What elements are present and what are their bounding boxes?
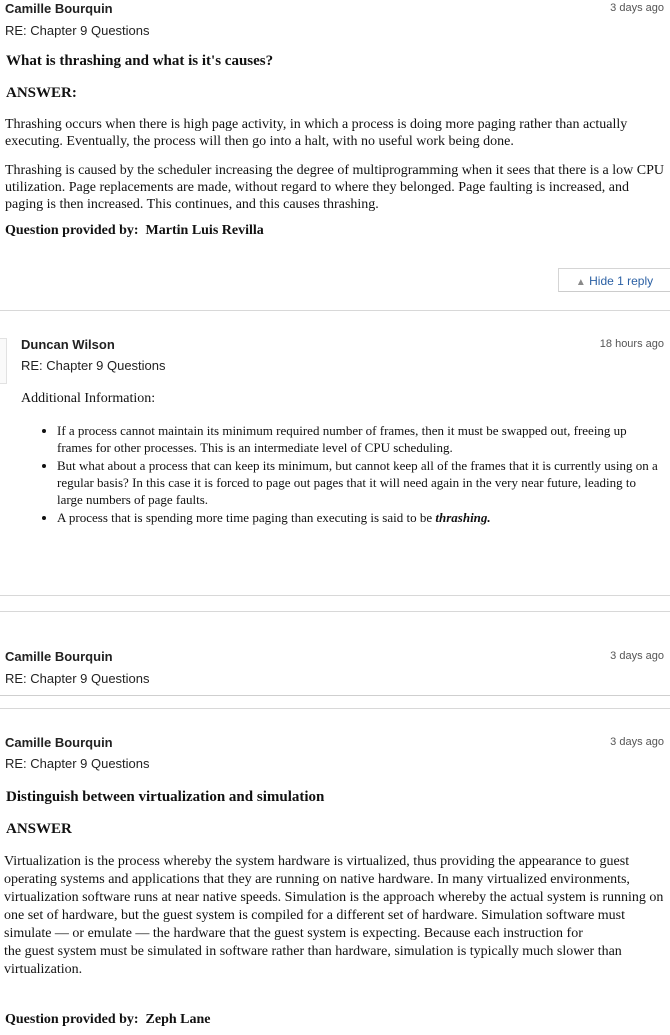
divider [0,310,670,311]
timestamp: 3 days ago [610,2,664,14]
divider [0,708,670,709]
answer-text: the guest system must be simulated in so… [4,944,622,977]
timestamp: 18 hours ago [599,338,664,350]
author-name[interactable]: Duncan Wilson [21,337,115,352]
question-credit: Question provided by: Zeph Lane [5,1012,211,1028]
list-item: If a process cannot maintain its minimum… [57,422,661,456]
list-item: But what about a process that can keep i… [57,457,661,508]
triangle-up-icon: ▲ [575,277,586,288]
post-subject[interactable]: RE: Chapter 9 Questions [5,23,150,38]
hide-replies-button[interactable]: ▲ Hide 1 reply [558,268,670,292]
divider [0,595,670,596]
question-credit: Question provided by: Martin Luis Revill… [5,223,264,239]
post-subject[interactable]: RE: Chapter 9 Questions [5,671,150,686]
divider [0,695,670,696]
answer-paragraph: Thrashing occurs when there is high page… [5,117,628,149]
answer-label: ANSWER [6,821,72,837]
intro-text: Additional Information: [21,391,156,406]
timestamp: 3 days ago [610,736,664,748]
divider [0,611,670,612]
post-subject[interactable]: RE: Chapter 9 Questions [21,358,166,373]
answer-text: Virtualization is the process whereby th… [4,854,664,941]
answer-paragraph: Virtualization is the process whereby th… [4,853,666,979]
credit-label: Question provided by: [5,223,139,238]
author-name[interactable]: Camille Bourquin [5,1,113,16]
credit-name: Martin Luis Revilla [145,223,264,238]
question-heading: Distinguish between virtualization and s… [6,789,325,805]
answer-label: ANSWER: [6,85,77,101]
credit-label: Question provided by: [5,1012,139,1027]
bullet-list: If a process cannot maintain its minimum… [21,422,661,527]
reply-indent-marker [0,338,7,384]
post-subject[interactable]: RE: Chapter 9 Questions [5,756,150,771]
author-name[interactable]: Camille Bourquin [5,735,113,750]
hide-replies-label: Hide 1 reply [589,274,654,288]
emphasis-text: thrashing. [435,510,491,525]
answer-paragraph: Thrashing is caused by the scheduler inc… [5,163,664,212]
list-item: A process that is spending more time pag… [57,509,661,526]
author-name[interactable]: Camille Bourquin [5,649,113,664]
credit-name: Zeph Lane [145,1012,211,1027]
timestamp: 3 days ago [610,650,664,662]
question-heading: What is thrashing and what is it's cause… [6,53,274,69]
